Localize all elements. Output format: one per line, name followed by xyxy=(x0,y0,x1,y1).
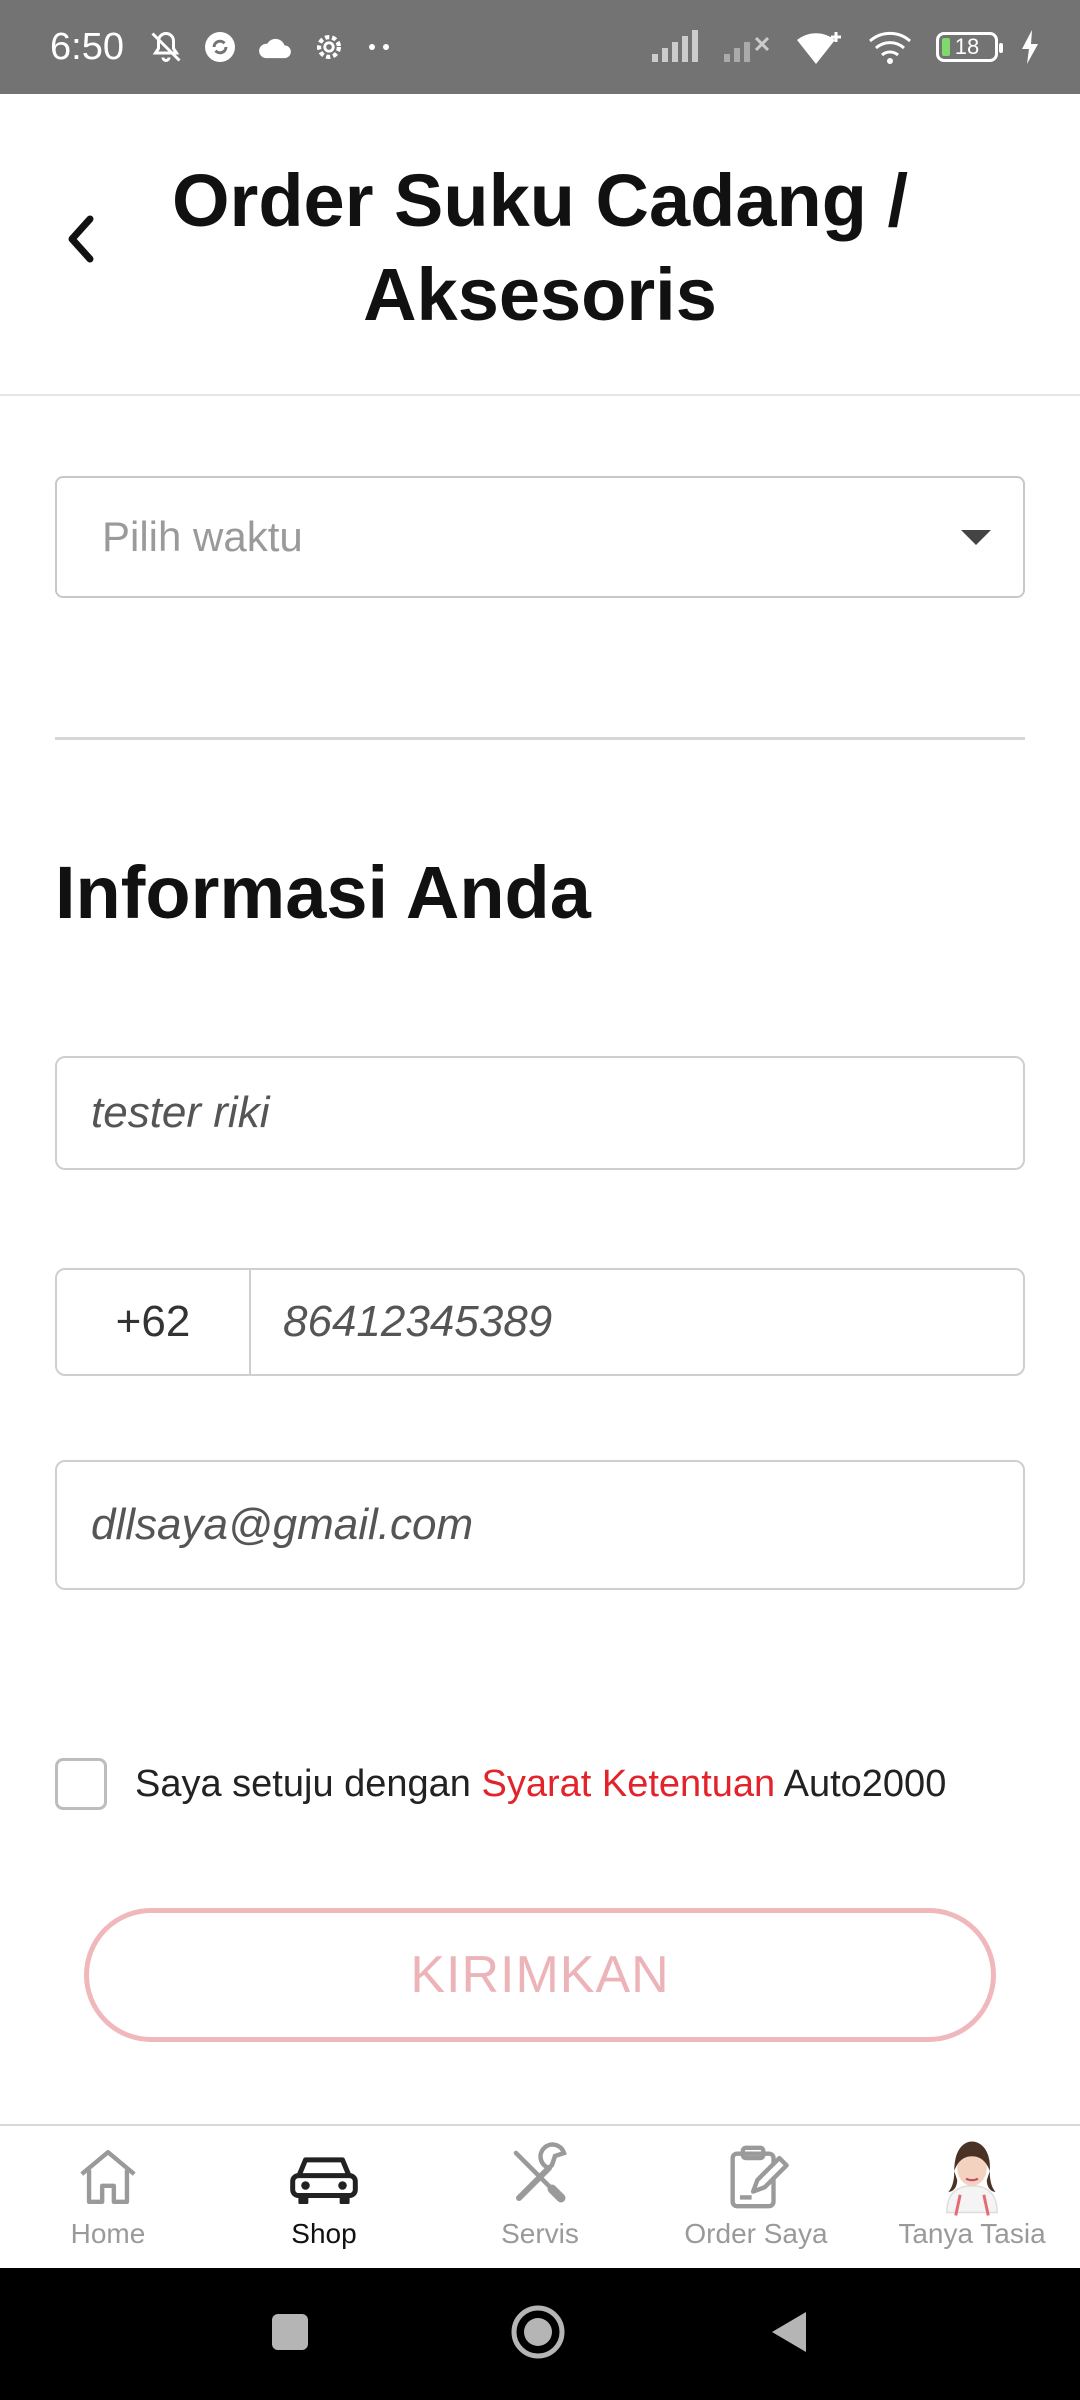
page-title: Order Suku Cadang / Aksesoris xyxy=(171,159,909,336)
chevron-left-icon xyxy=(68,215,94,263)
signal-icon xyxy=(650,30,700,64)
nav-item-tanya-tasia[interactable]: Tanya Tasia xyxy=(864,2126,1080,2268)
email-input[interactable] xyxy=(89,1499,1023,1551)
phone-input[interactable] xyxy=(281,1296,1027,1348)
back-button[interactable] xyxy=(50,204,110,274)
triangle-back-icon xyxy=(772,2311,806,2352)
system-nav-bar xyxy=(0,2268,1080,2400)
assistant-avatar-icon xyxy=(935,2140,1009,2216)
mute-icon xyxy=(148,29,184,65)
phone-field: +62 xyxy=(55,1268,1027,1376)
tools-icon xyxy=(504,2140,576,2214)
nav-label-shop: Shop xyxy=(291,2218,357,2249)
nav-item-order-saya[interactable]: Order Saya xyxy=(648,2126,864,2268)
circle-icon xyxy=(511,2305,565,2358)
time-select-placeholder: Pilih waktu xyxy=(102,513,303,560)
info-section-title: Informasi Anda xyxy=(55,851,591,934)
terms-agreement: Saya setuju dengan Syarat Ketentuan Auto… xyxy=(55,1756,946,1812)
bottom-nav: Home Shop Servis Order Saya Tanya Tasia xyxy=(0,2124,1080,2268)
nav-item-shop[interactable]: Shop xyxy=(216,2126,432,2268)
terms-link[interactable]: Syarat Ketentuan xyxy=(482,1763,776,1806)
name-field[interactable] xyxy=(55,1056,1025,1170)
terms-text-after: Auto2000 xyxy=(775,1762,947,1805)
caret-down-icon xyxy=(961,530,991,545)
status-time: 6:50 xyxy=(50,25,124,68)
name-input[interactable] xyxy=(89,1087,1023,1139)
sync-icon xyxy=(202,29,238,65)
battery-icon: 18 xyxy=(936,32,1003,62)
battery-level: 18 xyxy=(954,34,980,59)
submit-button[interactable]: KIRIMKAN xyxy=(84,1908,996,2042)
nav-item-servis[interactable]: Servis xyxy=(432,2126,648,2268)
square-icon xyxy=(272,2313,308,2350)
app-header: Order Suku Cadang / Aksesoris xyxy=(0,94,1080,396)
more-dots-icon xyxy=(364,42,394,52)
home-icon xyxy=(73,2140,143,2214)
back-nav-button[interactable] xyxy=(766,2308,810,2361)
nav-label-servis: Servis xyxy=(501,2218,579,2249)
car-icon xyxy=(287,2140,361,2214)
wifi-icon xyxy=(866,29,914,65)
wifi-plus-icon xyxy=(794,28,844,66)
terms-checkbox[interactable] xyxy=(55,1758,107,1810)
nav-item-home[interactable]: Home xyxy=(0,2126,216,2268)
nav-label-tanya-tasia: Tanya Tasia xyxy=(898,2218,1046,2249)
status-bar: 6:50 18 xyxy=(0,0,1080,94)
nav-label-home: Home xyxy=(70,2218,146,2249)
clipboard-edit-icon xyxy=(721,2140,791,2214)
charging-icon xyxy=(1020,30,1040,64)
settings-icon xyxy=(312,30,346,64)
recents-button[interactable] xyxy=(270,2312,310,2357)
nav-label-order-saya: Order Saya xyxy=(684,2218,828,2249)
cloud-icon xyxy=(256,32,294,62)
terms-text-before: Saya setuju dengan xyxy=(135,1762,482,1805)
email-field[interactable] xyxy=(55,1460,1025,1590)
time-select-dropdown[interactable]: Pilih waktu xyxy=(55,476,1025,598)
section-divider xyxy=(55,737,1025,740)
home-nav-button[interactable] xyxy=(510,2304,566,2365)
phone-country-code[interactable]: +62 xyxy=(57,1270,251,1374)
no-signal-icon xyxy=(722,30,772,64)
